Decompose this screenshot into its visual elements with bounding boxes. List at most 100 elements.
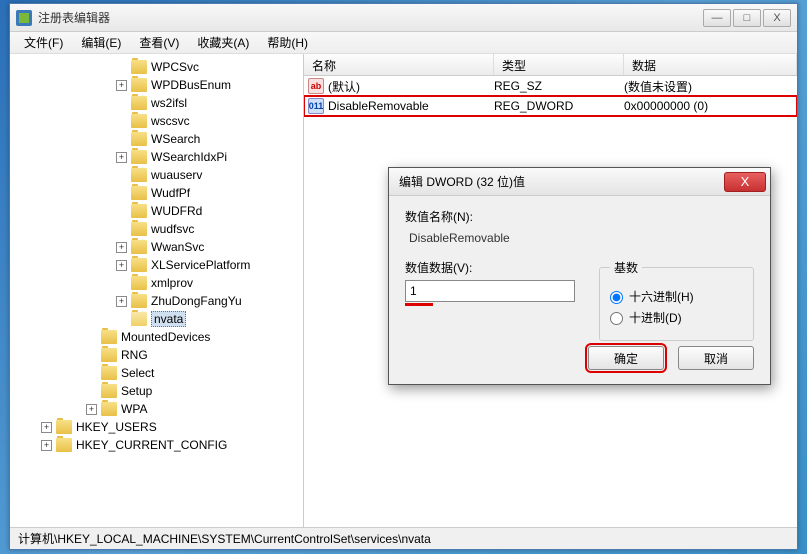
- tree-item[interactable]: Setup: [12, 382, 301, 400]
- value-data-input[interactable]: [405, 280, 575, 302]
- menu-view[interactable]: 查看(V): [131, 32, 187, 53]
- folder-icon: [101, 366, 117, 380]
- folder-icon: [131, 312, 147, 326]
- maximize-button[interactable]: □: [733, 9, 761, 27]
- tree-item[interactable]: + HKEY_CURRENT_CONFIG: [12, 436, 301, 454]
- folder-icon: [131, 114, 147, 128]
- radio-dec[interactable]: 十进制(D): [610, 309, 743, 326]
- row-name: DisableRemovable: [328, 99, 429, 113]
- radio-dec-input[interactable]: [610, 312, 623, 325]
- expand-icon[interactable]: +: [116, 260, 127, 271]
- folder-icon: [131, 276, 147, 290]
- value-data-label: 数值数据(V):: [405, 259, 575, 276]
- folder-icon: [131, 78, 147, 92]
- tree-item[interactable]: +WSearchIdxPi: [12, 148, 301, 166]
- row-type: REG_DWORD: [494, 99, 624, 113]
- string-value-icon: ab: [308, 78, 324, 94]
- expand-icon[interactable]: +: [41, 440, 52, 451]
- close-button[interactable]: X: [763, 9, 791, 27]
- radio-hex[interactable]: 十六进制(H): [610, 288, 743, 305]
- list-row[interactable]: 011DisableRemovableREG_DWORD0x00000000 (…: [304, 96, 797, 116]
- regedit-icon: [16, 10, 32, 26]
- menu-file[interactable]: 文件(F): [16, 32, 71, 53]
- tree-item[interactable]: wuauserv: [12, 166, 301, 184]
- folder-icon: [131, 294, 147, 308]
- tree-item-label: WPA: [121, 402, 147, 416]
- tree-item[interactable]: + WPA: [12, 400, 301, 418]
- tree-item[interactable]: wscsvc: [12, 112, 301, 130]
- tree-item[interactable]: xmlprov: [12, 274, 301, 292]
- tree-item-label: ws2ifsl: [151, 96, 187, 110]
- value-name-label: 数值名称(N):: [405, 208, 754, 225]
- folder-icon: [131, 168, 147, 182]
- row-type: REG_SZ: [494, 79, 624, 93]
- tree-item-label: Setup: [121, 384, 152, 398]
- tree-item[interactable]: MountedDevices: [12, 328, 301, 346]
- minimize-button[interactable]: —: [703, 9, 731, 27]
- expand-icon[interactable]: +: [116, 296, 127, 307]
- folder-icon: [131, 258, 147, 272]
- tree-item-label: WPCSvc: [151, 60, 199, 74]
- list-header[interactable]: 名称 类型 数据: [304, 54, 797, 76]
- tree-item[interactable]: WSearch: [12, 130, 301, 148]
- tree-item[interactable]: + WwanSvc: [12, 238, 301, 256]
- menu-favorites[interactable]: 收藏夹(A): [189, 32, 257, 53]
- tree-item-label: MountedDevices: [121, 330, 210, 344]
- folder-icon: [101, 330, 117, 344]
- ok-button[interactable]: 确定: [588, 346, 664, 370]
- dialog-title: 编辑 DWORD (32 位)值: [399, 173, 724, 190]
- value-name-readonly: DisableRemovable: [405, 229, 754, 253]
- tree-item[interactable]: + XLServicePlatform: [12, 256, 301, 274]
- col-name[interactable]: 名称: [304, 54, 494, 75]
- cancel-button[interactable]: 取消: [678, 346, 754, 370]
- base-groupbox: 基数 十六进制(H) 十进制(D): [599, 259, 754, 341]
- tree-item[interactable]: +HKEY_USERS: [12, 418, 301, 436]
- tree-item[interactable]: wudfsvc: [12, 220, 301, 238]
- tree-item[interactable]: + ZhuDongFangYu: [12, 292, 301, 310]
- tree-item[interactable]: WPCSvc: [12, 58, 301, 76]
- tree-item-label: HKEY_CURRENT_CONFIG: [76, 438, 227, 452]
- folder-icon: [131, 240, 147, 254]
- tree-pane[interactable]: WPCSvc +WPDBusEnum ws2ifsl wscsvcWSearch+WS…: [10, 54, 304, 527]
- expand-icon[interactable]: +: [116, 80, 127, 91]
- folder-icon: [101, 384, 117, 398]
- folder-icon: [131, 186, 147, 200]
- menu-help[interactable]: 帮助(H): [259, 32, 316, 53]
- folder-icon: [101, 402, 117, 416]
- edit-dword-dialog: 编辑 DWORD (32 位)值 X 数值名称(N): DisableRemov…: [388, 167, 771, 385]
- folder-icon: [131, 132, 147, 146]
- tree-item[interactable]: RNG: [12, 346, 301, 364]
- tree-item[interactable]: Select: [12, 364, 301, 382]
- tree-item[interactable]: nvata: [12, 310, 301, 328]
- expand-icon[interactable]: +: [116, 242, 127, 253]
- tree-item-label: xmlprov: [151, 276, 193, 290]
- folder-icon: [101, 348, 117, 362]
- titlebar[interactable]: 注册表编辑器 — □ X: [10, 4, 797, 32]
- row-data: (数值未设置): [624, 78, 797, 95]
- tree-item-label: Select: [121, 366, 154, 380]
- input-underline-highlight: [405, 303, 433, 306]
- statusbar-path: 计算机\HKEY_LOCAL_MACHINE\SYSTEM\CurrentCon…: [18, 530, 431, 547]
- folder-icon: [131, 96, 147, 110]
- dialog-titlebar[interactable]: 编辑 DWORD (32 位)值 X: [389, 168, 770, 196]
- tree-item[interactable]: WUDFRd: [12, 202, 301, 220]
- tree-item-label: RNG: [121, 348, 148, 362]
- expand-icon[interactable]: +: [86, 404, 97, 415]
- list-row[interactable]: ab(默认)REG_SZ(数值未设置): [304, 76, 797, 96]
- tree-item-label: WwanSvc: [151, 240, 204, 254]
- folder-icon: [56, 420, 72, 434]
- tree-item-label: XLServicePlatform: [151, 258, 250, 272]
- col-type[interactable]: 类型: [494, 54, 624, 75]
- col-data[interactable]: 数据: [624, 54, 797, 75]
- tree-item[interactable]: +WPDBusEnum: [12, 76, 301, 94]
- dialog-close-button[interactable]: X: [724, 172, 766, 192]
- folder-icon: [131, 222, 147, 236]
- tree-item-label: ZhuDongFangYu: [151, 294, 242, 308]
- tree-item[interactable]: WudfPf: [12, 184, 301, 202]
- tree-item[interactable]: ws2ifsl: [12, 94, 301, 112]
- expand-icon[interactable]: +: [41, 422, 52, 433]
- menubar: 文件(F) 编辑(E) 查看(V) 收藏夹(A) 帮助(H): [10, 32, 797, 54]
- radio-hex-input[interactable]: [610, 291, 623, 304]
- menu-edit[interactable]: 编辑(E): [73, 32, 129, 53]
- expand-icon[interactable]: +: [116, 152, 127, 163]
